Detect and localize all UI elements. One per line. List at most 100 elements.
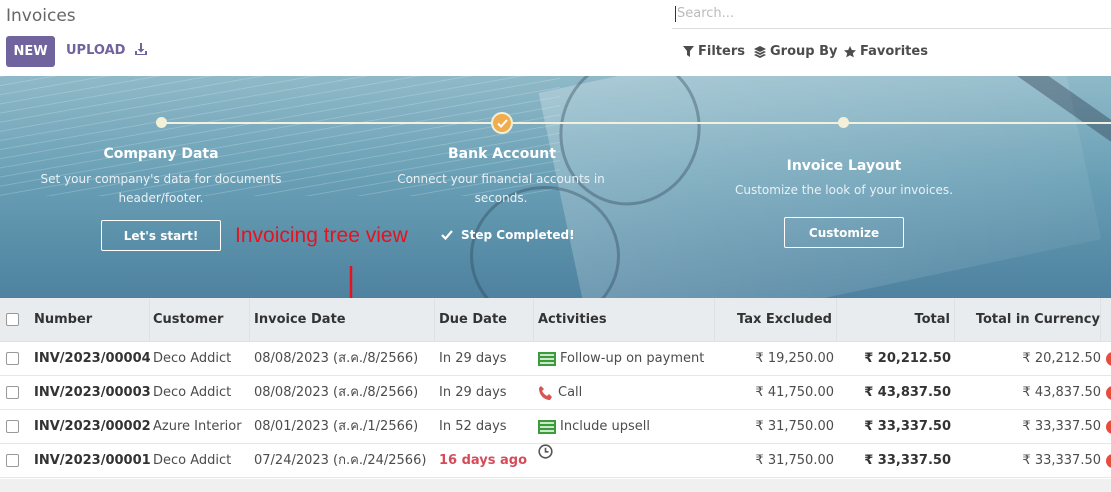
due-date: 16 days ago [439,453,528,468]
customer-name: Deco Addict [153,385,232,400]
total: ₹ 20,212.50 [864,351,951,366]
check-icon [441,230,453,240]
invoice-number: INV/2023/00004 [34,351,150,366]
customize-button[interactable]: Customize [784,217,904,248]
column-total[interactable]: Total [837,298,955,342]
due-date: In 29 days [439,351,507,366]
invoice-date: 08/08/2023 (ส.ค./8/2566) [254,351,419,366]
progress-track [161,122,1111,124]
text-cursor [675,6,676,22]
phone-icon[interactable] [538,385,554,401]
groupby-button[interactable]: Group By [754,44,837,59]
control-panel: Invoices NEW UPLOAD Search... Filters Gr… [0,0,1111,76]
step-title-bank: Bank Account [448,146,556,162]
star-icon [844,45,856,57]
invoice-list: Number Customer Invoice Date Due Date Ac… [0,298,1111,478]
total: ₹ 43,837.50 [864,385,951,400]
table-row[interactable]: INV/2023/00003 Deco Addict 08/08/2023 (ส… [0,376,1111,410]
activity-summary: Include upsell [560,419,650,434]
favorites-button[interactable]: Favorites [844,44,928,59]
select-all-checkbox[interactable] [6,313,19,326]
total: ₹ 33,337.50 [864,419,951,434]
activity-cell[interactable]: Follow-up on payment [538,342,715,376]
column-activities[interactable]: Activities [534,298,715,342]
step-desc-company: Set your company's data for documents he… [31,170,291,208]
step-desc-bank: Connect your financial accounts in secon… [381,170,621,208]
table-row[interactable]: INV/2023/00001 Deco Addict 07/24/2023 (ก… [0,444,1111,478]
row-checkbox[interactable] [6,352,19,365]
column-total-in-currency[interactable]: Total in Currency [955,298,1101,342]
total-in-currency: ₹ 33,337.50 [1022,453,1101,468]
activity-summary: Call [558,385,583,400]
step-desc-company-line2: header/footer. [118,191,204,205]
row-checkbox[interactable] [6,386,19,399]
step-title-layout: Invoice Layout [786,158,902,174]
lets-start-button[interactable]: Let's start! [101,220,221,251]
customer-name: Azure Interior [153,419,242,434]
invoice-number: INV/2023/00002 [34,419,150,434]
step-desc-company-line1: Set your company's data for documents [40,172,282,186]
invoice-date: 08/08/2023 (ส.ค./8/2566) [254,385,419,400]
due-date: In 29 days [439,385,507,400]
step-completed: Step Completed! [441,228,575,242]
table-row[interactable]: INV/2023/00002 Azure Interior 08/01/2023… [0,410,1111,444]
payment-status-badge [1106,454,1111,468]
activity-summary: Follow-up on payment [560,351,705,366]
favorites-label: Favorites [860,44,928,59]
total-in-currency: ₹ 20,212.50 [1022,351,1101,366]
table-row[interactable]: INV/2023/00004 Deco Addict 08/08/2023 (ส… [0,342,1111,376]
payment-status-badge [1106,352,1111,366]
total-in-currency: ₹ 43,837.50 [1022,385,1101,400]
step-done-check-icon [491,112,513,134]
upload-button[interactable]: UPLOAD [66,43,125,58]
invoice-number: INV/2023/00003 [34,385,150,400]
payment-status-badge [1106,420,1111,434]
customer-name: Deco Addict [153,453,232,468]
activity-cell[interactable]: Include upsell [538,410,715,444]
bill-icon[interactable] [538,420,556,434]
due-date: In 52 days [439,419,507,434]
column-number[interactable]: Number [30,298,150,342]
row-checkbox[interactable] [6,420,19,433]
annotation-arrow [349,266,353,298]
search-input[interactable]: Search... [677,6,734,21]
invoice-date: 07/24/2023 (ก.ค./24/2566) [254,453,427,468]
step-title-company: Company Data [103,146,219,162]
groupby-label: Group By [770,44,838,59]
total: ₹ 33,337.50 [864,453,951,468]
column-due-date[interactable]: Due Date [435,298,534,342]
annotation-label: Invoicing tree view [235,224,408,247]
customer-name: Deco Addict [153,351,232,366]
filter-icon [683,46,694,57]
clock-icon[interactable] [538,444,553,459]
payment-status-badge [1106,386,1111,400]
tax-excluded: ₹ 31,750.00 [755,419,834,434]
invoices-page: Invoices NEW UPLOAD Search... Filters Gr… [0,0,1111,492]
row-checkbox[interactable] [6,454,19,467]
onboarding-banner: Company Data Set your company's data for… [0,76,1111,298]
step-desc-bank-line1: Connect your financial accounts in [397,172,605,186]
bill-icon[interactable] [538,352,556,366]
activity-cell[interactable] [538,444,715,459]
search-bar[interactable]: Search... [672,0,1111,29]
step-desc-bank-line2: seconds. [474,191,528,205]
filters-label: Filters [698,44,745,59]
column-invoice-date[interactable]: Invoice Date [250,298,435,342]
tax-excluded: ₹ 31,750.00 [755,453,834,468]
filters-button[interactable]: Filters [683,44,745,59]
tax-excluded: ₹ 41,750.00 [755,385,834,400]
new-button[interactable]: NEW [6,36,55,67]
invoice-date: 08/01/2023 (ส.ค./1/2566) [254,419,419,434]
list-footer [0,479,1111,492]
page-title: Invoices [6,6,76,26]
activity-cell[interactable]: Call [538,376,715,410]
step-completed-label: Step Completed! [461,228,575,242]
column-customer[interactable]: Customer [150,298,250,342]
column-tax-excluded[interactable]: Tax Excluded [715,298,837,342]
step-dot-company [156,117,167,128]
download-icon[interactable] [134,41,152,59]
invoice-number: INV/2023/00001 [34,453,150,468]
tax-excluded: ₹ 19,250.00 [755,351,834,366]
step-desc-layout: Customize the look of your invoices. [734,183,954,197]
layers-icon [754,45,766,58]
